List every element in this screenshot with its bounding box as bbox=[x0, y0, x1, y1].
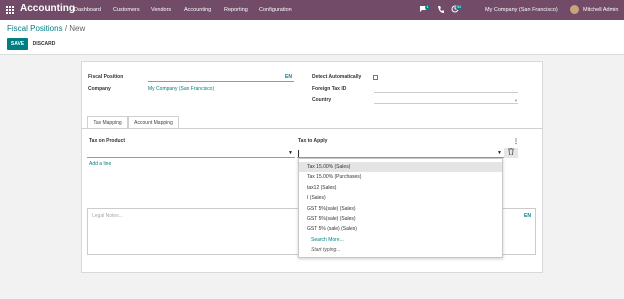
fiscal-position-input[interactable] bbox=[148, 81, 294, 82]
apps-grid-icon[interactable] bbox=[6, 6, 14, 14]
country-dropdown-icon[interactable]: ▼ bbox=[514, 98, 518, 103]
dropdown-option[interactable]: GST 5%(sale) (Sales) bbox=[299, 214, 502, 224]
menu-reporting[interactable]: Reporting bbox=[224, 7, 248, 13]
menu-accounting[interactable]: Accounting bbox=[184, 7, 211, 13]
activities-badge: 34 bbox=[456, 5, 462, 10]
add-a-line-link[interactable]: Add a line bbox=[89, 161, 111, 167]
menu-dashboard[interactable]: Dashboard bbox=[74, 7, 101, 13]
optional-columns-icon[interactable]: ⋮ bbox=[513, 138, 519, 145]
foreign-tax-id-label: Foreign Tax ID bbox=[312, 86, 347, 92]
user-avatar[interactable] bbox=[570, 5, 579, 14]
dropdown-option[interactable]: GST 5% (sale) (Sales) bbox=[299, 224, 502, 234]
detect-automatically-checkbox[interactable] bbox=[373, 75, 378, 80]
col-tax-to-apply: Tax to Apply bbox=[298, 138, 328, 144]
app-name[interactable]: Accounting bbox=[20, 3, 75, 14]
detect-automatically-label: Detect Automatically bbox=[312, 74, 362, 80]
text-cursor bbox=[298, 150, 299, 157]
notes-lang-button[interactable]: EN bbox=[524, 213, 531, 219]
breadcrumb: Fiscal Positions / New bbox=[7, 24, 85, 33]
save-button[interactable]: SAVE bbox=[7, 38, 28, 50]
company-label: Company bbox=[88, 86, 111, 92]
breadcrumb-current: New bbox=[69, 24, 86, 33]
fiscal-position-label: Fiscal Position bbox=[88, 74, 124, 80]
tax-to-apply-dropdown-icon[interactable]: ▼ bbox=[497, 150, 502, 156]
phone-icon[interactable] bbox=[437, 5, 444, 15]
dropdown-option[interactable]: Tax 15.00% (Purchases) bbox=[299, 172, 502, 182]
menu-customers[interactable]: Customers bbox=[113, 7, 140, 13]
dropdown-option[interactable]: tax12 (Sales) bbox=[299, 183, 502, 193]
start-typing-hint: Start typing... bbox=[311, 247, 341, 253]
foreign-tax-id-input[interactable] bbox=[374, 92, 518, 93]
company-switcher[interactable]: My Company (San Francisco) bbox=[485, 7, 558, 13]
tax-on-product-input[interactable] bbox=[87, 148, 295, 158]
menu-configuration[interactable]: Configuration bbox=[259, 7, 292, 13]
search-more-link[interactable]: Search More... bbox=[299, 235, 502, 245]
dropdown-option[interactable]: Tax 15.00% (Sales) bbox=[299, 162, 502, 172]
trash-icon[interactable] bbox=[504, 147, 518, 158]
discard-button[interactable]: DISCARD bbox=[31, 38, 57, 50]
user-menu[interactable]: Mitchell Admin bbox=[583, 7, 618, 13]
breadcrumb-fiscal-positions[interactable]: Fiscal Positions bbox=[7, 24, 63, 33]
tax-to-apply-input[interactable] bbox=[297, 148, 504, 158]
control-panel: Fiscal Positions / New SAVE DISCARD bbox=[0, 20, 624, 55]
tax-on-product-dropdown-icon[interactable]: ▼ bbox=[288, 150, 293, 156]
legal-notes-placeholder: Legal Notes... bbox=[92, 213, 123, 219]
messages-badge: 4 bbox=[425, 5, 430, 10]
country-label: Country bbox=[312, 97, 332, 103]
dropdown-option[interactable]: I (Sales) bbox=[299, 193, 502, 203]
company-field[interactable]: My Company (San Francisco) bbox=[148, 86, 214, 92]
dropdown-option[interactable]: GST 5%(sale) (Sales) bbox=[299, 204, 502, 214]
breadcrumb-separator: / bbox=[64, 24, 68, 33]
tab-divider bbox=[81, 128, 543, 129]
top-navbar: Accounting Dashboard Customers Vendors A… bbox=[0, 0, 624, 20]
tax-autocomplete-dropdown: Tax 15.00% (Sales) Tax 15.00% (Purchases… bbox=[298, 158, 503, 258]
country-select[interactable] bbox=[374, 103, 518, 104]
menu-vendors[interactable]: Vendors bbox=[151, 7, 171, 13]
col-tax-on-product: Tax on Product bbox=[89, 138, 126, 144]
lang-button[interactable]: EN bbox=[285, 74, 292, 80]
